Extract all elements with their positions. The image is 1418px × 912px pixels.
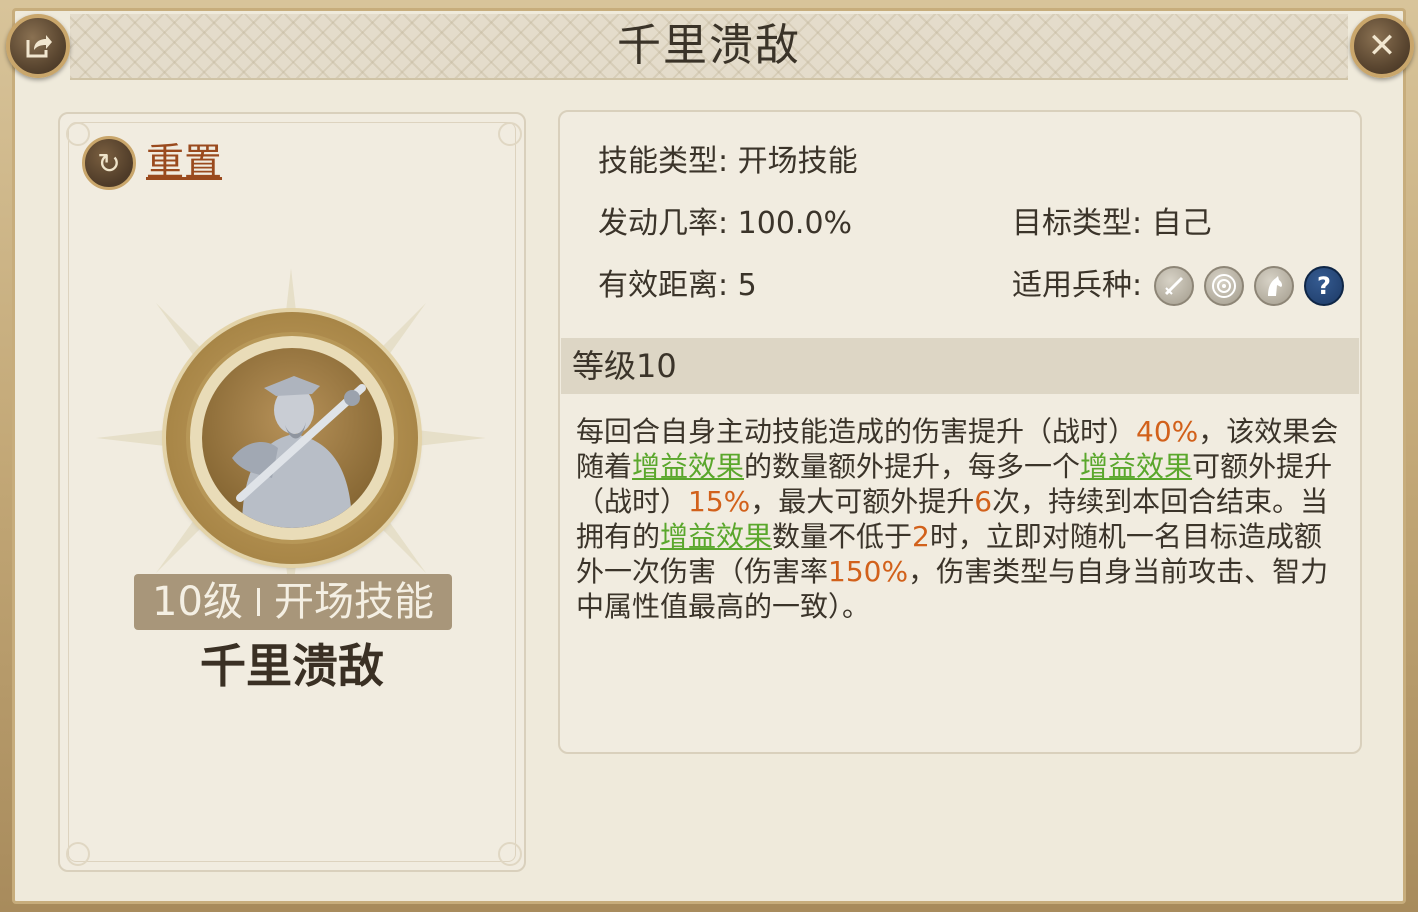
skill-portrait xyxy=(202,348,382,528)
close-button[interactable]: ✕ xyxy=(1350,14,1414,78)
skill-type-label: 开场技能 xyxy=(273,579,434,625)
corner-ornament xyxy=(498,122,522,146)
skill-description: 每回合自身主动技能造成的伤害提升（战时）40%，该效果会随着增益效果的数量额外提… xyxy=(576,414,1346,624)
unit-types-label: 适用兵种: xyxy=(1012,268,1143,303)
level-section-title: 等级10 xyxy=(572,347,677,385)
page-title: 千里溃敌 xyxy=(617,20,801,71)
highlight-value: 6 xyxy=(974,485,993,518)
corner-ornament xyxy=(66,122,90,146)
share-button[interactable] xyxy=(6,14,70,78)
horse-icon[interactable] xyxy=(1254,266,1294,306)
buff-effect-link[interactable]: 增益效果 xyxy=(632,450,744,483)
unit-type-icons: ? xyxy=(1154,266,1344,306)
description-text: 的数量额外提升，每多一个 xyxy=(744,450,1081,483)
description-text: ，最大可额外提升 xyxy=(750,485,975,518)
trigger-rate-row: 发动几率: 100.0% xyxy=(598,206,853,241)
highlight-value: 2 xyxy=(912,520,930,553)
range-row: 有效距离: 5 xyxy=(598,268,757,303)
sword-icon[interactable] xyxy=(1154,266,1194,306)
level-section-header xyxy=(561,338,1359,394)
skill-name: 千里溃敌 xyxy=(200,639,384,693)
warrior-icon xyxy=(232,376,366,528)
buff-effect-link[interactable]: 增益效果 xyxy=(1080,450,1192,483)
description-text: 每回合自身主动技能造成的伤害提升（战时） xyxy=(576,415,1137,448)
description-text: 数量不低于 xyxy=(772,520,913,553)
question-icon[interactable]: ? xyxy=(1304,266,1344,306)
highlight-value: 15% xyxy=(688,485,751,518)
target-icon[interactable] xyxy=(1204,266,1244,306)
corner-ornament xyxy=(498,842,522,866)
level-label: 10级 xyxy=(152,579,243,625)
buff-effect-link[interactable]: 增益效果 xyxy=(660,520,772,553)
highlight-value: 150% xyxy=(828,555,909,588)
share-icon xyxy=(26,35,52,58)
close-icon: ✕ xyxy=(1367,26,1397,66)
corner-ornament xyxy=(66,842,90,866)
reset-link[interactable]: 重置 xyxy=(146,136,222,188)
highlight-value: 40% xyxy=(1136,415,1199,448)
reset-icon[interactable]: ↻ xyxy=(82,136,136,190)
skill-type-row: 技能类型: 开场技能 xyxy=(598,144,858,179)
skill-level-badge: 10级 开场技能 xyxy=(134,574,452,630)
target-type-row: 目标类型: 自己 xyxy=(1012,206,1212,241)
